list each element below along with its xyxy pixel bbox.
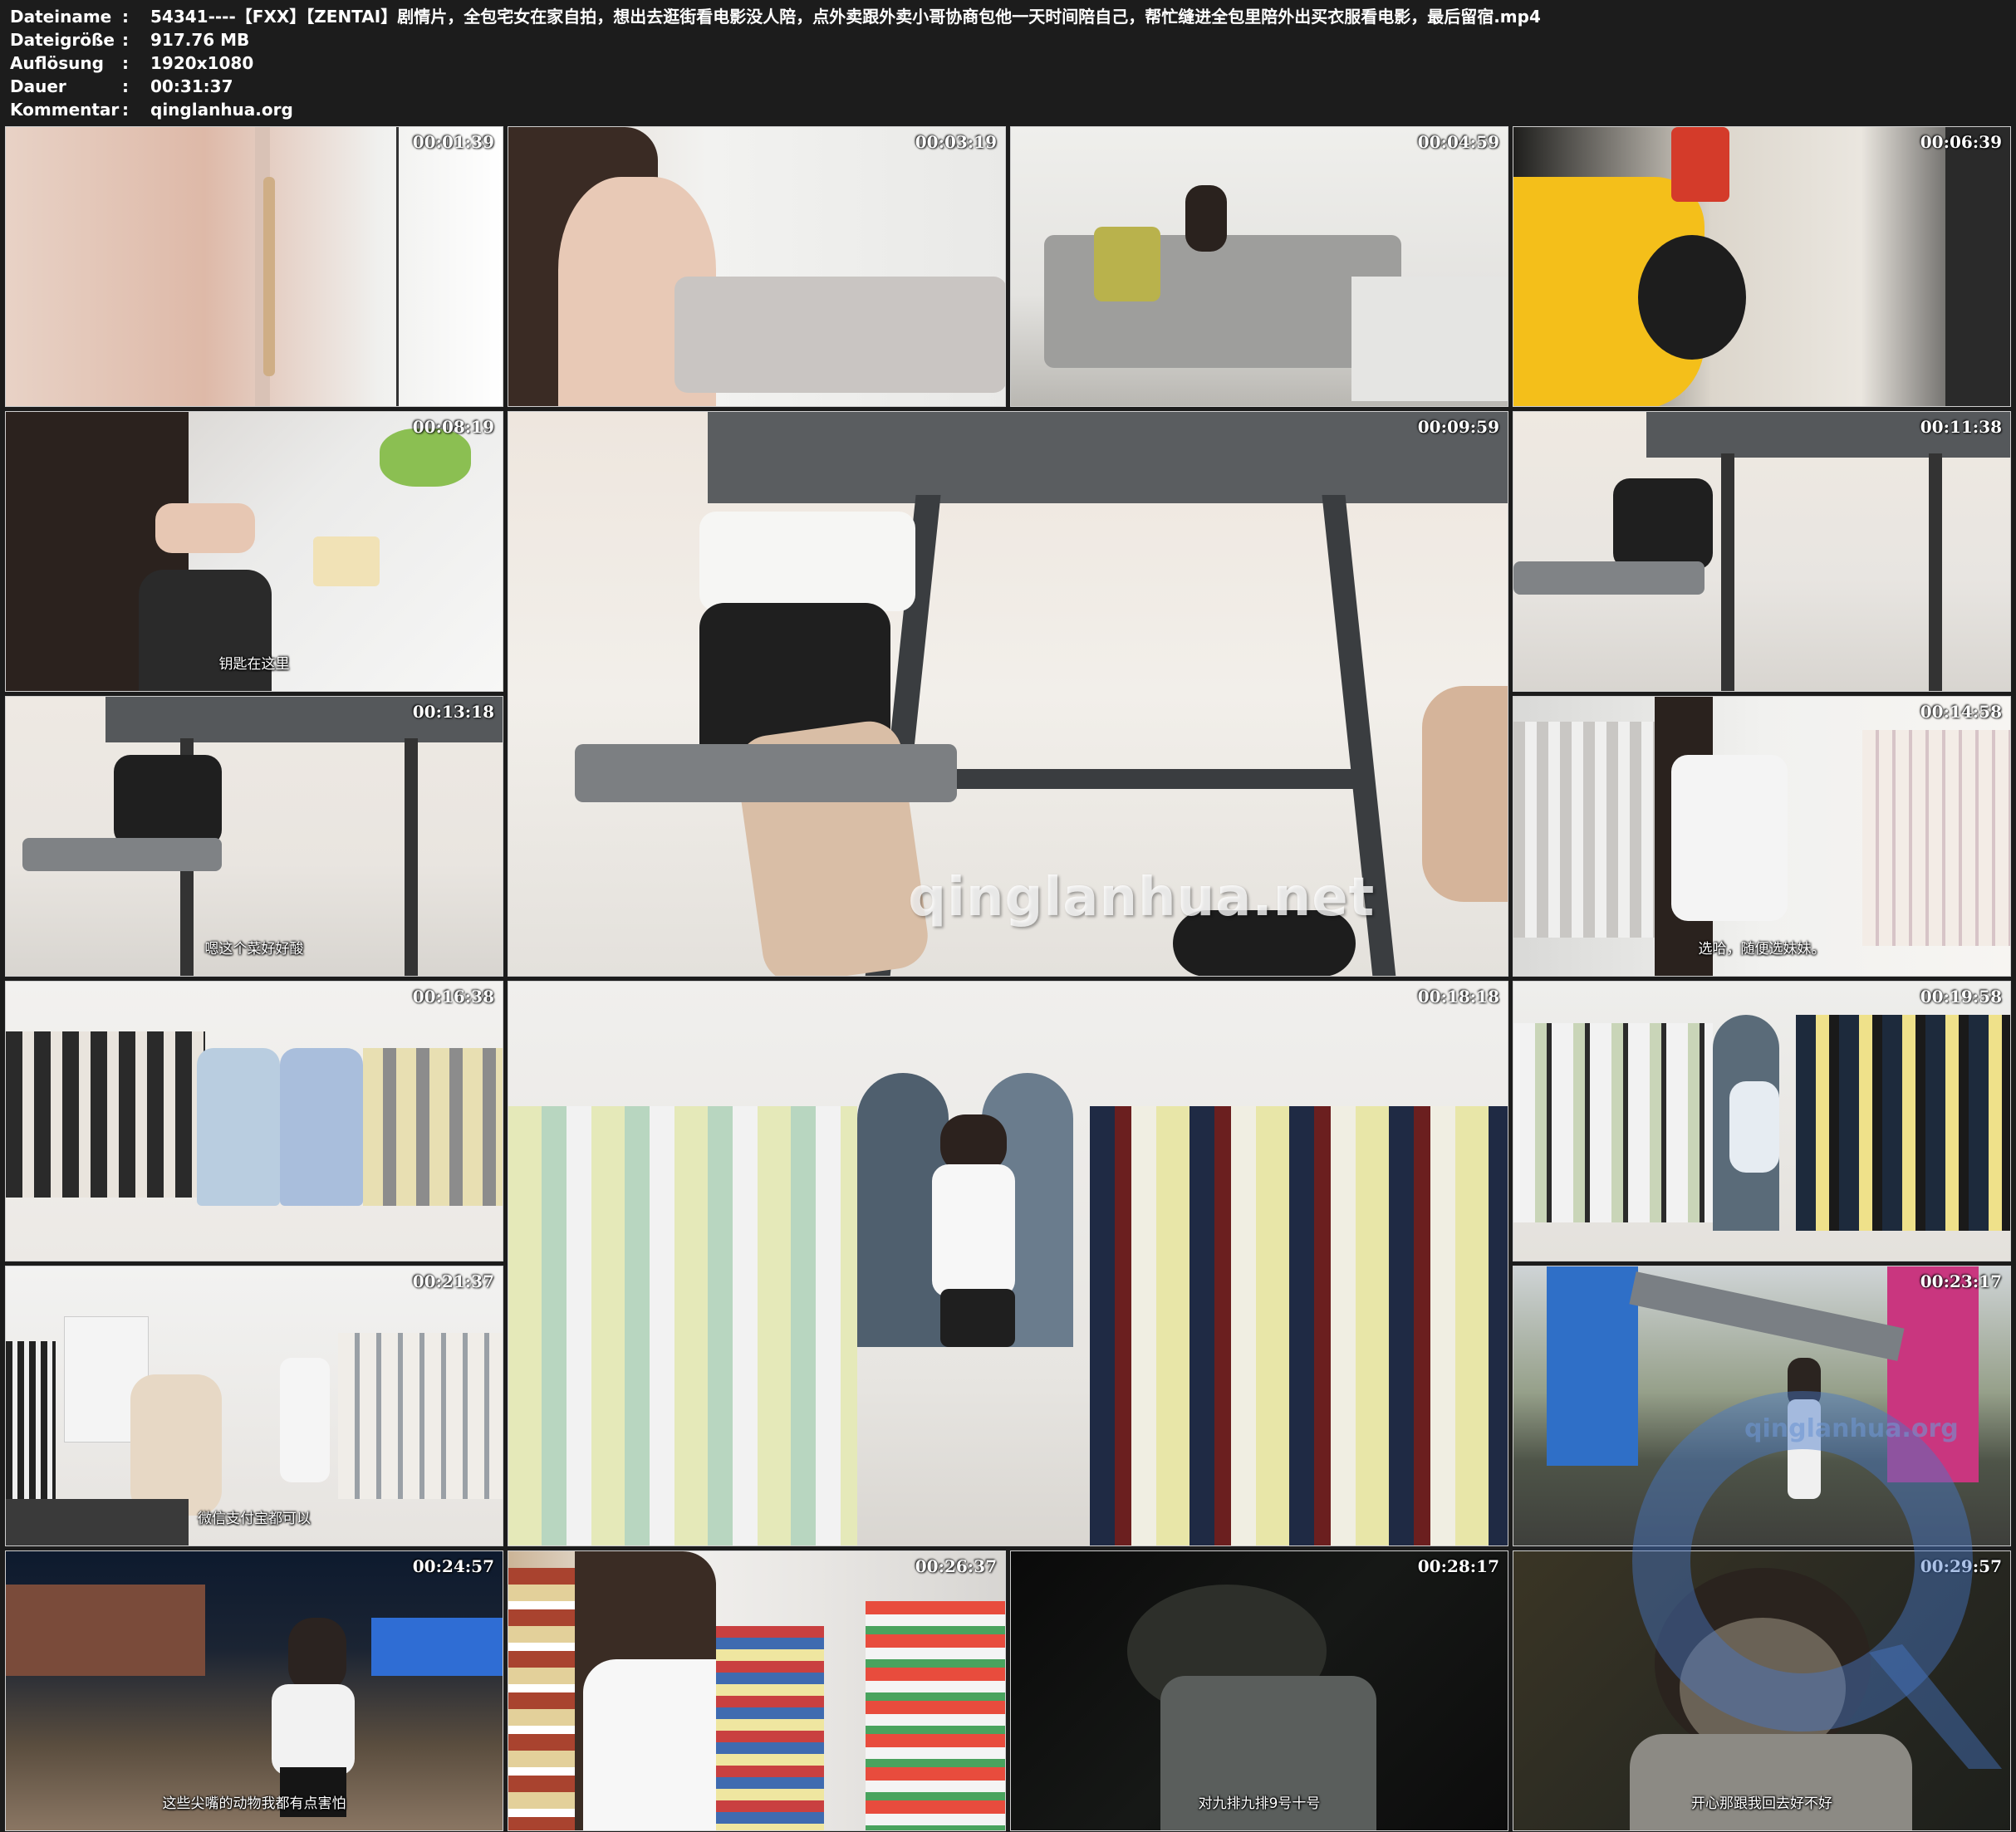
thumbnail[interactable]: 选哈，随便选妹妹。 00:14:58 bbox=[1513, 696, 2011, 977]
meta-value-filesize: 917.76 MB bbox=[150, 30, 250, 50]
subtitle: 这些尖嘴的动物我都有点害怕 bbox=[162, 1795, 346, 1812]
subtitle: 对九排九排9号十号 bbox=[1198, 1795, 1321, 1812]
subtitle: 微信支付宝都可以 bbox=[198, 1511, 311, 1527]
thumbnail[interactable]: 嗯这个菜好好酸 00:13:18 bbox=[5, 696, 503, 977]
thumbnail[interactable]: 00:04:59 bbox=[1010, 126, 1508, 407]
subtitle: 钥匙在这里 bbox=[218, 656, 290, 673]
thumbnail[interactable]: 钥匙在这里 00:08:19 bbox=[5, 411, 503, 692]
timestamp: 00:21:37 bbox=[412, 1271, 494, 1291]
timestamp: 00:06:39 bbox=[1920, 132, 2002, 152]
meta-row-resolution: Auflösung : 1920x1080 bbox=[10, 51, 1541, 75]
subtitle: 开心那跟我回去好不好 bbox=[1691, 1795, 1832, 1812]
timestamp: 00:09:59 bbox=[1417, 417, 1499, 437]
meta-sep: : bbox=[122, 76, 129, 96]
subtitle: 选哈，随便选妹妹。 bbox=[1698, 941, 1826, 958]
meta-row-filesize: Dateigröße : 917.76 MB bbox=[10, 28, 1541, 51]
thumbnail[interactable]: 00:18:18 bbox=[508, 981, 1508, 1546]
meta-row-comment: Kommentar : qinglanhua.org bbox=[10, 98, 1541, 121]
timestamp: 00:28:17 bbox=[1417, 1556, 1499, 1576]
timestamp: 00:13:18 bbox=[412, 702, 494, 722]
timestamp: 00:26:37 bbox=[915, 1556, 997, 1576]
timestamp: 00:23:17 bbox=[1920, 1271, 2002, 1291]
meta-key: Auflösung bbox=[10, 53, 104, 73]
thumbnail-grid: 00:01:39 00:03:19 00:04:59 00:06:39 钥匙在这… bbox=[0, 125, 2016, 1832]
thumbnail[interactable]: 微信支付宝都可以 00:21:37 bbox=[5, 1266, 503, 1546]
thumbnail[interactable]: 00:26:37 bbox=[508, 1550, 1006, 1831]
file-metadata: Dateiname : 54341----【FXX】【ZENTAI】剧情片，全包… bbox=[10, 5, 1541, 121]
thumbnail[interactable]: 00:06:39 bbox=[1513, 126, 2011, 407]
thumbnail[interactable]: 00:01:39 bbox=[5, 126, 503, 407]
thumbnail[interactable]: 开心那跟我回去好不好 00:29:57 bbox=[1513, 1550, 2011, 1831]
timestamp: 00:04:59 bbox=[1417, 132, 1499, 152]
timestamp: 00:08:19 bbox=[412, 417, 494, 437]
meta-row-filename: Dateiname : 54341----【FXX】【ZENTAI】剧情片，全包… bbox=[10, 5, 1541, 28]
meta-value-comment: qinglanhua.org bbox=[150, 100, 293, 120]
subtitle: 嗯这个菜好好酸 bbox=[204, 941, 304, 958]
thumbnail[interactable]: qinglanhua.net 00:09:59 bbox=[508, 411, 1508, 977]
timestamp: 00:24:57 bbox=[412, 1556, 494, 1576]
watermark-text: qinglanhua.net bbox=[908, 867, 1376, 928]
thumbnail[interactable]: 00:11:38 bbox=[1513, 411, 2011, 692]
timestamp: 00:03:19 bbox=[915, 132, 997, 152]
meta-value-duration: 00:31:37 bbox=[150, 76, 233, 96]
meta-sep: : bbox=[122, 53, 129, 73]
thumbnail[interactable]: 对九排九排9号十号 00:28:17 bbox=[1010, 1550, 1508, 1831]
meta-key: Dateigröße bbox=[10, 30, 115, 50]
thumbnail[interactable]: 00:23:17 bbox=[1513, 1266, 2011, 1546]
meta-key: Kommentar bbox=[10, 100, 120, 120]
timestamp: 00:19:58 bbox=[1920, 987, 2002, 1007]
meta-key: Dauer bbox=[10, 76, 66, 96]
thumbnail[interactable]: 00:16:38 bbox=[5, 981, 503, 1261]
timestamp: 00:01:39 bbox=[412, 132, 494, 152]
timestamp: 00:11:38 bbox=[1920, 417, 2002, 437]
meta-sep: : bbox=[122, 30, 129, 50]
meta-row-duration: Dauer : 00:31:37 bbox=[10, 75, 1541, 98]
thumbnail[interactable]: 00:03:19 bbox=[508, 126, 1006, 407]
timestamp: 00:29:57 bbox=[1920, 1556, 2002, 1576]
timestamp: 00:14:58 bbox=[1920, 702, 2002, 722]
meta-value-filename: 54341----【FXX】【ZENTAI】剧情片，全包宅女在家自拍，想出去逛街… bbox=[150, 7, 1541, 27]
meta-sep: : bbox=[122, 7, 129, 27]
meta-sep: : bbox=[122, 100, 129, 120]
meta-key: Dateiname bbox=[10, 7, 112, 27]
meta-value-resolution: 1920x1080 bbox=[150, 53, 254, 73]
thumbnail[interactable]: 00:19:58 bbox=[1513, 981, 2011, 1261]
timestamp: 00:16:38 bbox=[412, 987, 494, 1007]
timestamp: 00:18:18 bbox=[1417, 987, 1499, 1007]
thumbnail[interactable]: 这些尖嘴的动物我都有点害怕 00:24:57 bbox=[5, 1550, 503, 1831]
